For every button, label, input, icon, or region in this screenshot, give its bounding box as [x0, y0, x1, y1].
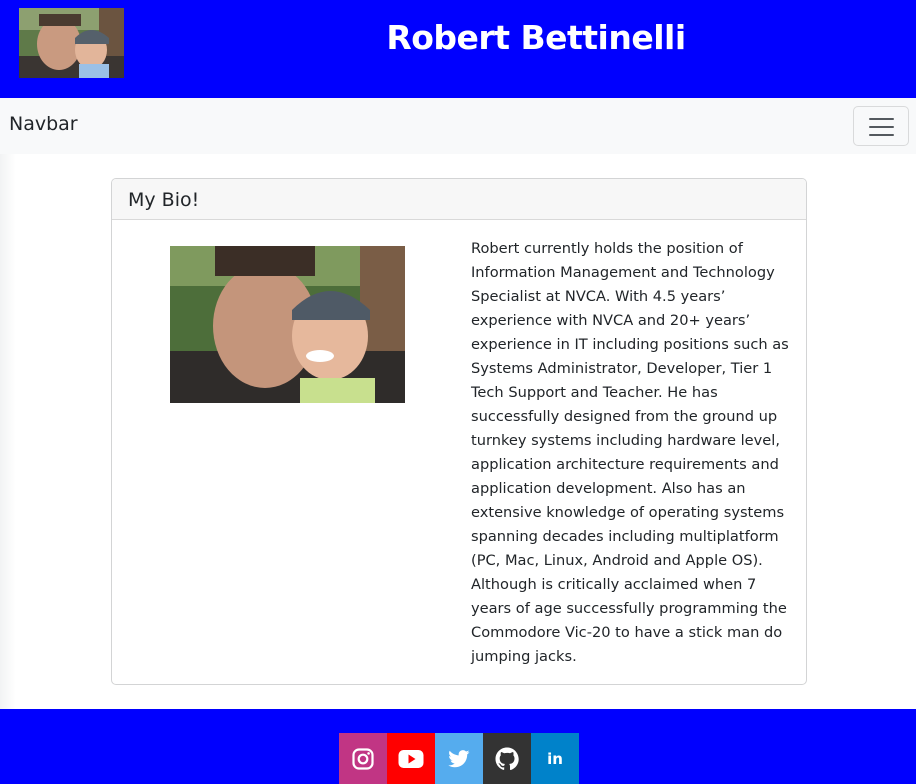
site-title: Robert Bettinelli	[386, 18, 686, 57]
navbar: Navbar	[0, 98, 916, 154]
bio-photo	[170, 246, 405, 403]
photo-placeholder	[170, 246, 405, 403]
bio-card-header: My Bio!	[112, 179, 806, 220]
hamburger-icon-bar	[869, 126, 894, 128]
instagram-link[interactable]	[339, 733, 387, 784]
site-header: Robert Bettinelli	[0, 0, 916, 98]
linkedin-icon: in	[547, 749, 563, 768]
linkedin-link[interactable]: in	[531, 733, 579, 784]
instagram-icon	[352, 747, 374, 770]
github-icon	[495, 747, 519, 770]
twitter-icon	[448, 749, 470, 767]
twitter-link[interactable]	[435, 733, 483, 784]
navbar-brand[interactable]: Navbar	[9, 113, 78, 135]
navbar-toggler-button[interactable]	[853, 106, 909, 146]
bio-card: My Bio! Robert currently holds the posit…	[111, 178, 807, 685]
github-link[interactable]	[483, 733, 531, 784]
hamburger-icon-bar	[869, 134, 894, 136]
youtube-link[interactable]	[387, 733, 435, 784]
hamburger-icon	[869, 118, 894, 120]
bio-text: Robert currently holds the position of I…	[471, 240, 789, 665]
youtube-icon	[398, 749, 424, 768]
page-shadow	[0, 154, 16, 709]
bio-card-title: My Bio!	[128, 189, 200, 211]
